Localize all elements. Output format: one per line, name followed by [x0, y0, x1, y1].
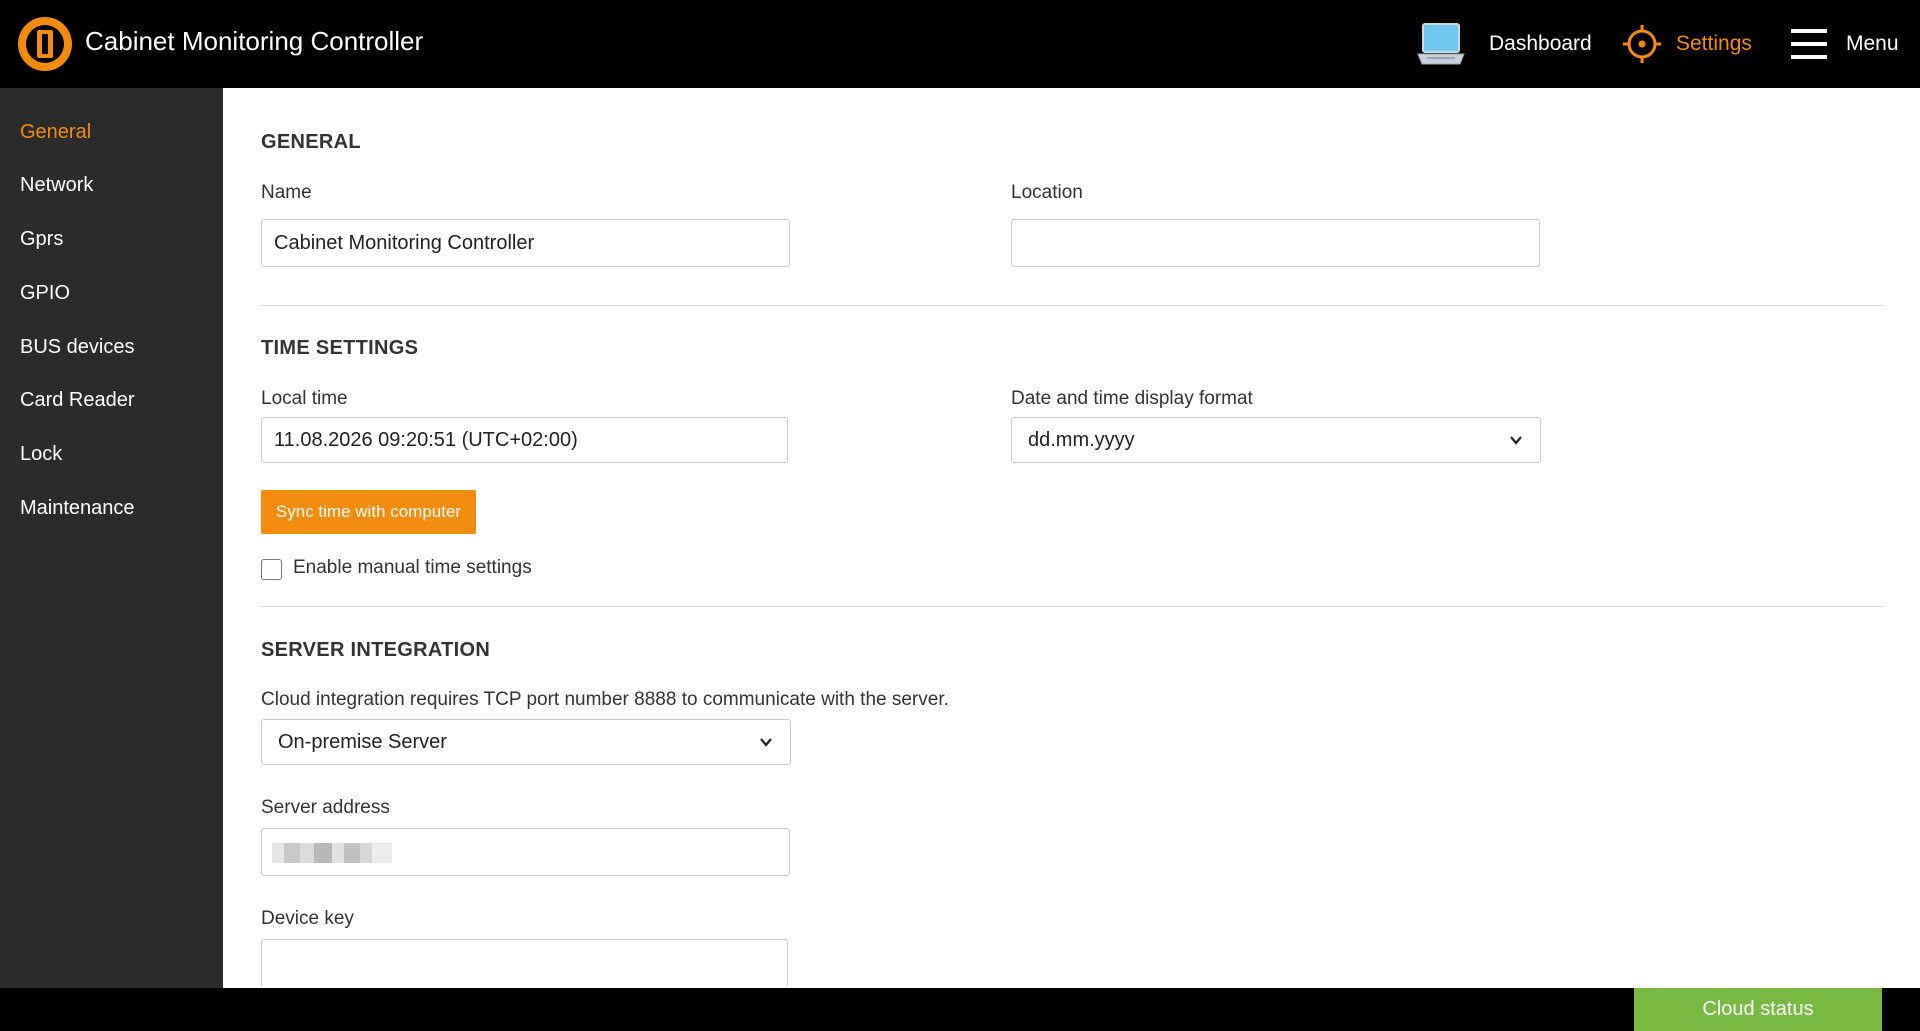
cloud-port-note: Cloud integration requires TCP port numb… [261, 689, 949, 710]
server-address-label: Server address [261, 797, 390, 818]
sidebar-item-gprs[interactable]: Gprs [20, 228, 63, 251]
section-title-general: GENERAL [261, 131, 361, 153]
sidebar-item-gpio[interactable]: GPIO [20, 282, 70, 305]
section-divider [261, 305, 1883, 306]
nav-settings-label: Settings [1676, 32, 1752, 55]
name-label: Name [261, 182, 312, 203]
brand-logo-icon [18, 17, 72, 71]
cloud-status-button[interactable]: Cloud status [1634, 988, 1882, 1031]
location-label: Location [1011, 182, 1083, 203]
device-key-label: Device key [261, 908, 354, 929]
local-time-label: Local time [261, 388, 348, 409]
nav-menu-label: Menu [1846, 32, 1899, 55]
location-input[interactable] [1011, 219, 1540, 267]
top-header: Cabinet Monitoring Controller Dashboard … [0, 0, 1920, 88]
chevron-down-icon [760, 738, 772, 747]
hamburger-menu-icon [1791, 29, 1827, 59]
sidebar-item-general[interactable]: General [20, 121, 91, 144]
manual-time-label: Enable manual time settings [293, 557, 532, 578]
nav-dashboard[interactable]: Dashboard [1415, 14, 1592, 74]
nav-menu[interactable]: Menu [1790, 14, 1899, 74]
app-title: Cabinet Monitoring Controller [85, 26, 424, 56]
section-title-time-settings: TIME SETTINGS [261, 337, 419, 359]
local-time-input[interactable] [261, 417, 788, 463]
redacted-address [272, 843, 392, 863]
section-title-server-integration: SERVER INTEGRATION [261, 639, 491, 661]
sync-time-button[interactable]: Sync time with computer [261, 490, 476, 534]
settings-main: GENERAL Name Location TIME SETTINGS Loca… [223, 88, 1920, 988]
sidebar-item-maintenance[interactable]: Maintenance [20, 497, 135, 520]
server-mode-value: On-premise Server [278, 730, 447, 753]
nav-settings[interactable]: Settings [1622, 14, 1752, 74]
settings-sidebar: General Network Gprs GPIO BUS devices Ca… [0, 88, 223, 988]
sidebar-item-network[interactable]: Network [20, 174, 93, 197]
bottom-footer: Cloud status [0, 988, 1920, 1031]
date-format-select[interactable]: dd.mm.yyyy [1011, 417, 1541, 463]
sidebar-item-bus-devices[interactable]: BUS devices [20, 336, 135, 359]
name-input[interactable] [261, 219, 790, 267]
sidebar-item-card-reader[interactable]: Card Reader [20, 389, 135, 412]
gear-icon [1623, 25, 1661, 63]
section-divider [261, 606, 1883, 607]
date-format-value: dd.mm.yyyy [1028, 428, 1135, 451]
manual-time-checkbox[interactable] [261, 559, 282, 580]
sidebar-item-lock[interactable]: Lock [20, 443, 62, 466]
server-mode-select[interactable]: On-premise Server [261, 719, 791, 765]
device-key-input[interactable] [261, 939, 788, 987]
chevron-down-icon [1510, 436, 1522, 445]
laptop-icon [1417, 23, 1465, 65]
nav-dashboard-label: Dashboard [1489, 32, 1592, 55]
date-format-label: Date and time display format [1011, 388, 1253, 409]
server-address-input[interactable] [261, 828, 790, 876]
